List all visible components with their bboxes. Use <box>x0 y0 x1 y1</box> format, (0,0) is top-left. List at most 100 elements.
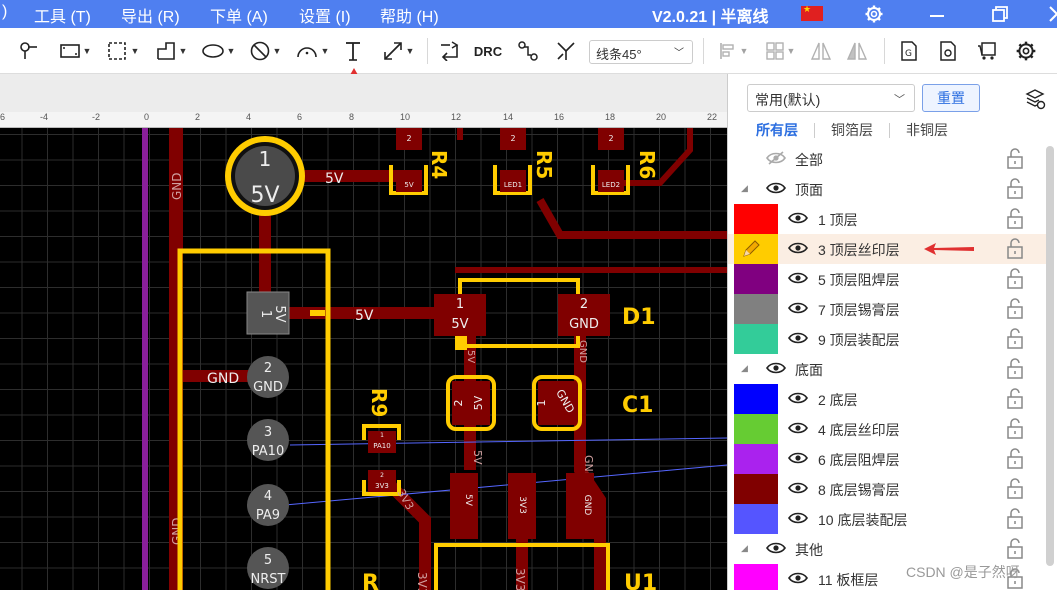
diff-pair-tool-icon[interactable] <box>553 38 579 64</box>
layer-row[interactable]: 7 顶层锡膏层 <box>728 294 1046 324</box>
distribute-tool-icon[interactable]: ▼ <box>760 38 800 64</box>
layer-color-swatch[interactable] <box>734 564 778 590</box>
lock-icon[interactable] <box>1005 538 1025 565</box>
forbidden-region-icon[interactable]: ▼ <box>245 38 285 64</box>
menu-item-order[interactable]: 下单 (A) <box>210 3 268 27</box>
lock-icon[interactable] <box>1005 388 1025 415</box>
tab-copper-layers[interactable]: 铜箔层 <box>831 120 873 140</box>
layer-row[interactable]: 4 底层丝印层 <box>728 414 1046 444</box>
tab-non-copper-layers[interactable]: 非铜层 <box>906 120 948 140</box>
restore-icon[interactable] <box>980 0 1020 28</box>
layer-row[interactable]: 3 顶层丝印层 <box>728 234 1046 264</box>
bom-export-icon[interactable] <box>935 38 961 64</box>
layer-row[interactable]: ◢ 其他 <box>728 534 1046 564</box>
dimension-tool-icon[interactable]: ▼ <box>378 38 418 64</box>
layer-color-swatch[interactable] <box>734 324 778 354</box>
layer-color-swatch[interactable] <box>734 204 778 234</box>
eye-icon[interactable] <box>766 361 786 380</box>
region-tool-icon[interactable]: ▼ <box>103 38 143 64</box>
minimize-icon[interactable] <box>917 0 957 28</box>
ellipse-tool-icon[interactable]: ▼ <box>198 38 238 64</box>
rect-board-tool-icon[interactable]: ▼ <box>54 38 96 64</box>
eye-icon[interactable] <box>788 301 808 320</box>
language-flag-icon[interactable] <box>801 4 823 21</box>
layer-preset-select[interactable]: 常用(默认) ﹀ <box>747 84 915 112</box>
layer-color-swatch[interactable] <box>734 384 778 414</box>
eye-icon[interactable] <box>788 241 808 260</box>
gerber-export-icon[interactable]: G <box>896 38 922 64</box>
layer-row[interactable]: ◢ 顶面 <box>728 174 1046 204</box>
flip-horizontal-icon[interactable] <box>808 38 834 64</box>
route-tool-icon[interactable] <box>515 38 541 64</box>
lock-icon[interactable] <box>1005 448 1025 475</box>
lock-icon[interactable] <box>1005 508 1025 535</box>
layer-row[interactable]: 5 顶层阻焊层 <box>728 264 1046 294</box>
layer-settings-icon[interactable] <box>1024 88 1046 110</box>
menu-item-help[interactable]: 帮助 (H) <box>380 3 439 27</box>
collapse-triangle-icon[interactable]: ◢ <box>741 363 748 374</box>
collapse-triangle-icon[interactable]: ◢ <box>741 543 748 554</box>
eye-icon[interactable] <box>788 211 808 230</box>
lock-icon[interactable] <box>1005 238 1025 265</box>
layer-label: 4 底层丝印层 <box>818 422 900 438</box>
layer-row[interactable]: 8 底层锡膏层 <box>728 474 1046 504</box>
wire-tool-icon[interactable] <box>16 38 42 64</box>
lock-icon[interactable] <box>1005 358 1025 385</box>
toolbar-gear-icon[interactable] <box>1013 38 1039 64</box>
layer-color-swatch[interactable] <box>734 414 778 444</box>
panel-scrollbar[interactable] <box>1046 146 1054 566</box>
layer-row[interactable]: 6 底层阻焊层 <box>728 444 1046 474</box>
lock-icon[interactable] <box>1005 148 1025 175</box>
flip-vertical-icon[interactable] <box>844 38 870 64</box>
collapse-triangle-icon[interactable]: ◢ <box>741 183 748 194</box>
eye-icon[interactable] <box>788 391 808 410</box>
layer-color-swatch[interactable] <box>734 504 778 534</box>
layer-row[interactable]: 1 顶层 <box>728 204 1046 234</box>
layer-row[interactable]: 全部 <box>728 144 1046 174</box>
layer-row[interactable]: 2 底层 <box>728 384 1046 414</box>
eye-icon[interactable] <box>766 181 786 200</box>
text-tool-icon[interactable] <box>341 38 365 64</box>
lock-icon[interactable] <box>1005 328 1025 355</box>
menu-item-partial[interactable]: ) <box>2 3 7 21</box>
lock-icon[interactable] <box>1005 478 1025 505</box>
align-tool-icon[interactable]: ▼ <box>713 38 753 64</box>
eye-icon[interactable] <box>788 421 808 440</box>
layer-color-swatch[interactable] <box>734 294 778 324</box>
layer-row[interactable]: 9 顶层装配层 <box>728 324 1046 354</box>
lock-icon[interactable] <box>1005 268 1025 295</box>
lock-icon[interactable] <box>1005 208 1025 235</box>
layer-row[interactable]: ◢ 底面 <box>728 354 1046 384</box>
eye-off-icon[interactable] <box>766 151 786 170</box>
eye-icon[interactable] <box>788 571 808 590</box>
pcb-order-icon[interactable] <box>974 38 1000 64</box>
line-mode-select[interactable]: 线条45° ﹀ <box>589 40 693 64</box>
arc-tool-icon[interactable]: ▼ <box>292 38 332 64</box>
layer-color-swatch[interactable] <box>734 474 778 504</box>
lock-icon[interactable] <box>1005 418 1025 445</box>
pcb-canvas[interactable]: GND GND 1 5V 5V 5V GND 1 5V 2 GND 3 PA10… <box>0 128 727 590</box>
horizontal-ruler: 6 -4 -2 0 2 4 6 8 10 12 14 16 18 20 22 <box>0 112 727 128</box>
tab-all-layers[interactable]: 所有层 <box>756 120 798 140</box>
layer-color-swatch[interactable] <box>734 264 778 294</box>
eye-icon[interactable] <box>788 511 808 530</box>
eye-icon[interactable] <box>788 271 808 290</box>
polyline-tool-icon[interactable]: ▼ <box>151 38 191 64</box>
eye-icon[interactable] <box>788 481 808 500</box>
menu-item-settings[interactable]: 设置 (I) <box>299 3 351 27</box>
lock-icon[interactable] <box>1005 178 1025 205</box>
layer-color-swatch[interactable] <box>734 444 778 474</box>
svg-text:1: 1 <box>380 432 384 439</box>
eye-icon[interactable] <box>788 331 808 350</box>
gear-icon[interactable] <box>854 0 894 28</box>
reset-button[interactable]: 重置 <box>922 84 980 112</box>
eye-icon[interactable] <box>766 541 786 560</box>
menu-item-export[interactable]: 导出 (R) <box>121 3 180 27</box>
drc-button[interactable]: DRC <box>474 38 502 64</box>
lock-icon[interactable] <box>1005 298 1025 325</box>
menu-item-tools[interactable]: 工具 (T) <box>34 3 91 27</box>
layer-row[interactable]: 10 底层装配层 <box>728 504 1046 534</box>
eye-icon[interactable] <box>788 451 808 470</box>
close-icon[interactable] <box>1037 0 1057 28</box>
import-change-icon[interactable] <box>437 38 461 64</box>
